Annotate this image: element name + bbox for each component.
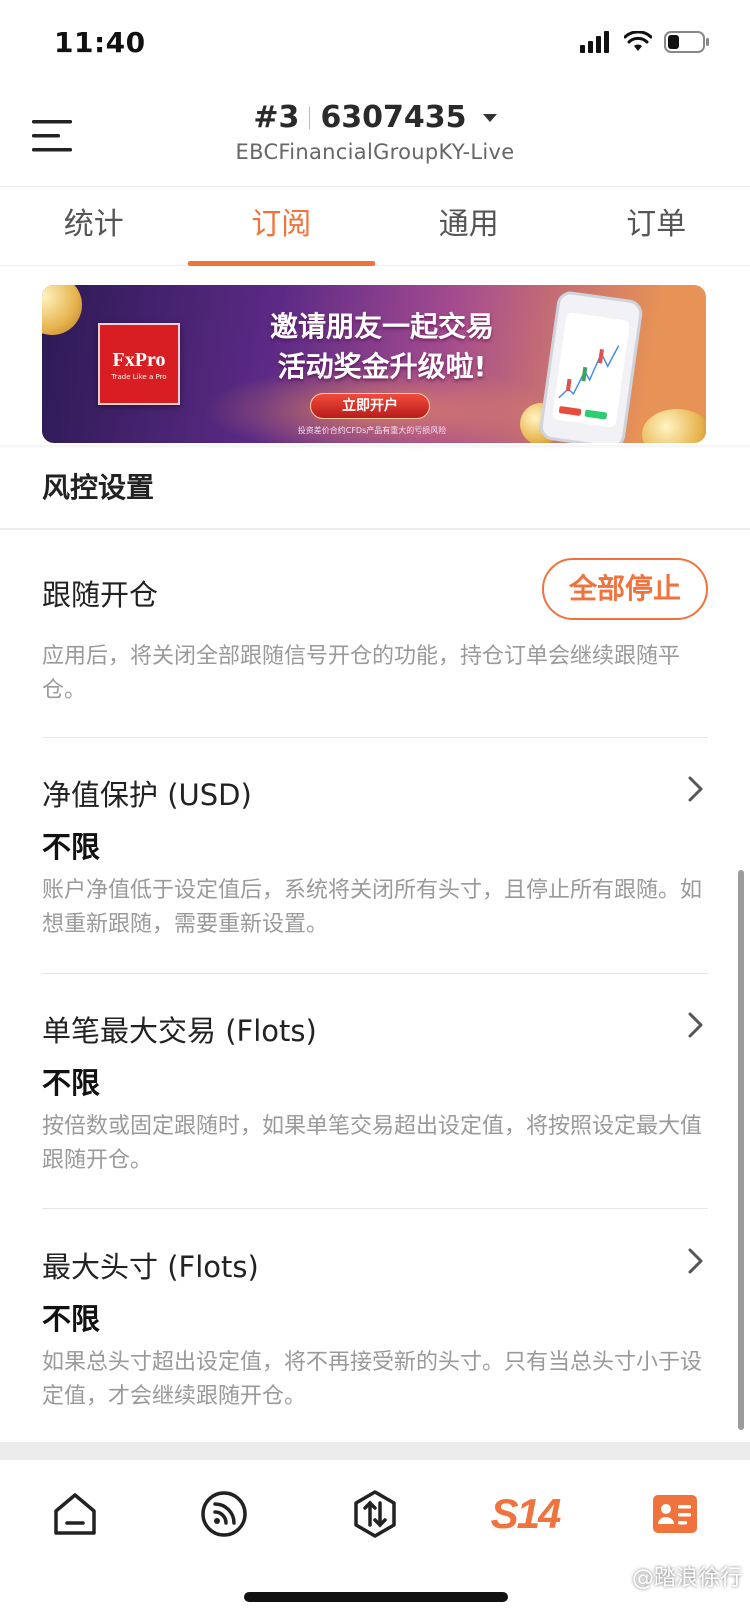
nav-home[interactable] [45,1486,105,1542]
risk-note: 投资差价合约CFDs产品有重大的亏损风险 [297,426,447,435]
banner-headline: 邀请朋友一起交易 活动奖金升级啦! [232,307,532,387]
max-single-trade-value: 不限 [42,1066,101,1100]
bottom-spacer [0,1442,750,1460]
status-icons [580,30,710,54]
caret-down-icon [482,113,497,122]
max-position-value: 不限 [42,1302,101,1336]
equity-protection-title: 净值保护 (USD) [42,778,252,812]
row-divider [42,973,708,974]
max-single-trade-description: 按倍数或固定跟随时，如果单笔交易超出设定值，将按照设定最大值跟随开仓。 [42,1114,703,1173]
chevron-right-icon [688,776,703,802]
section-divider [0,528,750,530]
promo-banner[interactable]: FxPro Trade Like a Pro 邀请朋友一起交易 活动奖金升级啦!… [42,285,706,443]
scrollbar[interactable] [738,870,744,1430]
phone-illustration [537,289,645,443]
s14-logo: S14 [490,1490,562,1537]
row-divider [42,1208,708,1209]
nav-trade[interactable] [345,1486,405,1542]
chevron-right-icon [688,1012,703,1038]
home-icon [54,1493,96,1535]
account-selector[interactable]: #3 6307435 [0,100,750,135]
candlestick-chart-icon [558,345,620,420]
tab-orders[interactable]: 订单 [563,187,750,265]
section-shadow [0,445,750,449]
equity-protection-value: 不限 [42,830,101,864]
status-bar: 11:40 [0,0,750,90]
follow-open-description: 应用后，将关闭全部跟随信号开仓的功能，持仓订单会继续跟随平仓。 [42,644,681,703]
nav-s14[interactable]: S14 [480,1486,570,1542]
status-time: 11:40 [54,26,146,59]
follow-open-title: 跟随开仓 [42,578,159,612]
nav-profile[interactable] [645,1486,705,1542]
stop-all-button[interactable]: 全部停止 [542,558,708,620]
battery-icon [664,31,709,53]
banner-headline-line2: 活动奖金升级啦! [277,350,487,383]
coin-decoration [42,285,82,335]
trade-icon [354,1490,396,1538]
chevron-right-icon [688,1248,703,1274]
account-separator [309,106,311,129]
open-account-button[interactable]: 立即开户 [310,393,430,419]
watermark-text: @踏浪徐行 [631,1566,742,1591]
tab-subscription[interactable]: 订阅 [187,187,376,266]
account-header: #3 6307435 EBCFinancialGroupKY-Live [0,90,750,186]
profile-card-icon [653,1495,697,1533]
max-single-trade-title: 单笔最大交易 (Flots) [42,1014,317,1048]
tab-bar: 统计 订阅 通用 订单 [0,186,750,266]
max-position-title: 最大头寸 (Flots) [42,1250,259,1284]
max-position-description: 如果总头寸超出设定值，将不再接受新的头寸。只有当总头寸小于设定值，才会继续跟随开… [42,1350,703,1409]
server-name: EBCFinancialGroupKY-Live [235,140,515,164]
tab-statistics[interactable]: 统计 [0,187,188,265]
nav-signals[interactable] [194,1486,254,1542]
account-index: #3 [253,100,300,135]
row-divider [42,737,708,738]
banner-headline-line1: 邀请朋友一起交易 [269,310,494,343]
cellular-signal-icon [580,31,609,53]
equity-protection-description: 账户净值低于设定值后，系统将关闭所有头寸，且停止所有跟随。如想重新跟随，需要重新… [42,878,703,937]
fxpro-logo: FxPro Trade Like a Pro [98,323,180,405]
signal-icon [201,1491,247,1537]
bottom-nav: S14 [0,1460,750,1624]
tab-general[interactable]: 通用 [375,187,563,265]
coin-decoration [642,409,706,443]
account-number: 6307435 [320,100,467,135]
section-title: 风控设置 [42,471,155,504]
wifi-icon [624,31,652,51]
home-indicator [244,1592,508,1602]
